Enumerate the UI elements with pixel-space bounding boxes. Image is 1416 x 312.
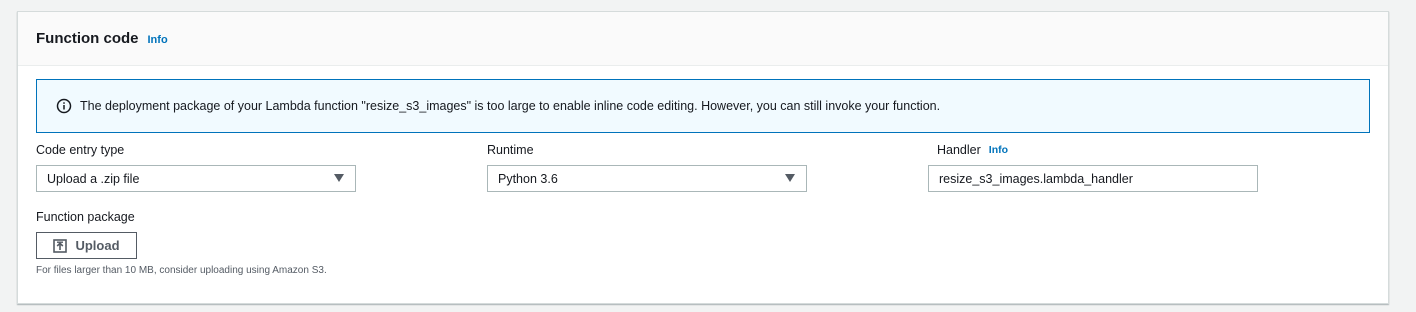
handler-value: resize_s3_images.lambda_handler <box>939 171 1133 186</box>
runtime-value: Python 3.6 <box>498 171 558 186</box>
runtime-label-text: Runtime <box>487 143 534 157</box>
upload-icon <box>53 238 68 253</box>
code-entry-type-label: Code entry type <box>36 143 124 157</box>
caret-down-icon <box>334 174 344 182</box>
upload-button[interactable]: Upload <box>36 232 137 259</box>
alert-text: The deployment package of your Lambda fu… <box>80 99 941 113</box>
function-package-label: Function package <box>36 210 135 224</box>
code-entry-type-value: Upload a .zip file <box>47 171 140 186</box>
runtime-select[interactable]: Python 3.6 <box>487 165 807 192</box>
function-code-panel: Function code Info The deployment packag… <box>17 11 1389 304</box>
handler-input[interactable]: resize_s3_images.lambda_handler <box>928 165 1258 192</box>
function-package-label-text: Function package <box>36 210 135 224</box>
upload-button-label: Upload <box>75 238 120 253</box>
handler-label-text: Handler <box>937 143 981 157</box>
info-alert: The deployment package of your Lambda fu… <box>36 79 1370 133</box>
panel-title: Function code <box>36 30 139 47</box>
handler-info-link[interactable]: Info <box>989 144 1008 156</box>
runtime-label: Runtime <box>487 143 534 157</box>
info-circle-icon <box>56 98 72 114</box>
panel-header: Function code Info <box>18 12 1388 66</box>
panel-info-link[interactable]: Info <box>148 34 168 46</box>
handler-label: Handler Info <box>937 143 1008 157</box>
code-entry-type-label-text: Code entry type <box>36 143 125 157</box>
code-entry-type-select[interactable]: Upload a .zip file <box>36 165 356 192</box>
caret-down-icon <box>785 174 795 182</box>
upload-hint: For files larger than 10 MB, consider up… <box>36 265 327 276</box>
